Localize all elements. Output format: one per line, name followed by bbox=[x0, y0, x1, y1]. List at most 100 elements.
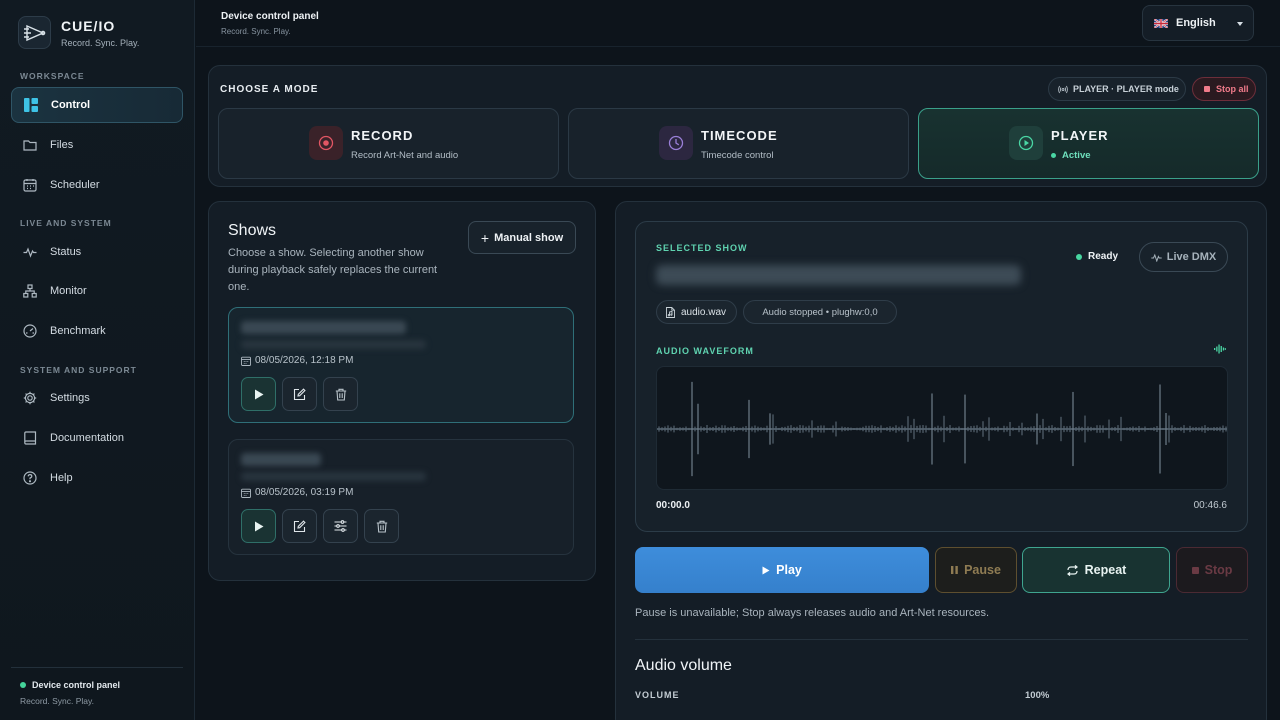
time-total: 00:46.6 bbox=[1193, 500, 1227, 511]
gear-icon bbox=[22, 390, 38, 406]
calendar-icon bbox=[241, 356, 251, 366]
sidebar: CUE/IO Record. Sync. Play. WORKSPACE Con… bbox=[0, 0, 195, 720]
play-icon bbox=[762, 566, 770, 574]
shows-title: Shows bbox=[228, 222, 277, 239]
trash-icon bbox=[335, 388, 346, 401]
show-date: 08/05/2026, 03:19 PM bbox=[241, 487, 353, 498]
manual-show-button[interactable]: + Manual show bbox=[468, 221, 576, 254]
mode-desc: Active bbox=[1051, 150, 1091, 161]
plus-icon: + bbox=[480, 229, 490, 246]
help-icon bbox=[22, 470, 38, 486]
pause-icon bbox=[951, 566, 958, 574]
divider bbox=[635, 639, 1248, 640]
language-select[interactable]: English bbox=[1142, 5, 1254, 41]
edit-show-button[interactable] bbox=[282, 509, 317, 543]
top-header: Device control panel Record. Sync. Play.… bbox=[196, 0, 1280, 47]
nav-section-workspace: WORKSPACE bbox=[20, 71, 85, 81]
calendar-icon bbox=[241, 488, 251, 498]
page-title: Device control panel bbox=[221, 11, 319, 22]
shows-panel: Shows Choose a show. Selecting another s… bbox=[208, 201, 596, 581]
network-icon bbox=[22, 283, 38, 299]
file-chip: audio.wav bbox=[656, 300, 737, 324]
brand-tagline: Record. Sync. Play. bbox=[61, 37, 140, 48]
mode-card-player[interactable]: PLAYER Active bbox=[918, 108, 1259, 179]
book-icon bbox=[22, 430, 38, 446]
broadcast-icon bbox=[1058, 85, 1068, 93]
selected-show-card: SELECTED SHOW Ready Live DMX audio.wav A… bbox=[635, 221, 1248, 532]
mode-heading: CHOOSE A MODE bbox=[220, 84, 319, 95]
selected-show-name-redacted bbox=[656, 265, 1021, 285]
audio-waveform[interactable] bbox=[656, 366, 1228, 490]
sidebar-item-status[interactable]: Status bbox=[11, 234, 183, 270]
language-label: English bbox=[1176, 17, 1216, 29]
pause-button[interactable]: Pause bbox=[935, 547, 1017, 593]
record-icon bbox=[309, 126, 343, 160]
footer-subtitle: Record. Sync. Play. bbox=[20, 696, 95, 706]
mode-desc: Timecode control bbox=[701, 150, 774, 161]
gauge-icon bbox=[22, 323, 38, 339]
delete-show-button[interactable] bbox=[323, 377, 358, 411]
brand-logo-icon bbox=[18, 16, 51, 49]
mode-name: TIMECODE bbox=[701, 128, 778, 143]
calendar-icon bbox=[22, 177, 38, 193]
edit-icon bbox=[293, 519, 306, 532]
sidebar-item-help[interactable]: Help bbox=[11, 460, 183, 496]
brand[interactable]: CUE/IO Record. Sync. Play. bbox=[18, 16, 139, 49]
delete-show-button[interactable] bbox=[364, 509, 399, 543]
mode-name: RECORD bbox=[351, 128, 414, 143]
mode-card-record[interactable]: RECORD Record Art-Net and audio bbox=[218, 108, 559, 179]
player-panel: SELECTED SHOW Ready Live DMX audio.wav A… bbox=[615, 201, 1267, 720]
playback-note: Pause is unavailable; Stop always releas… bbox=[635, 607, 990, 619]
show-subtitle-redacted bbox=[241, 340, 426, 349]
ready-status: Ready bbox=[1076, 251, 1118, 262]
nav-section-system-support: SYSTEM AND SUPPORT bbox=[20, 365, 137, 375]
show-card[interactable]: 08/05/2026, 03:19 PM bbox=[228, 439, 574, 555]
volume-label: VOLUME bbox=[635, 690, 680, 700]
page-subtitle: Record. Sync. Play. bbox=[221, 27, 291, 36]
sidebar-item-label: Status bbox=[50, 246, 82, 258]
sidebar-item-label: Scheduler bbox=[50, 179, 100, 191]
ready-dot-icon bbox=[1076, 253, 1082, 260]
audio-status-chip: Audio stopped • plughw:0,0 bbox=[743, 300, 897, 324]
show-card[interactable]: 08/05/2026, 12:18 PM bbox=[228, 307, 574, 423]
footer-title: Device control panel bbox=[32, 680, 121, 690]
volume-value: 100% bbox=[1025, 690, 1050, 701]
sidebar-item-control[interactable]: Control bbox=[11, 87, 183, 123]
show-date: 08/05/2026, 12:18 PM bbox=[241, 355, 353, 366]
stop-all-button[interactable]: Stop all bbox=[1192, 77, 1256, 101]
status-dot-icon bbox=[20, 682, 26, 688]
sidebar-item-settings[interactable]: Settings bbox=[11, 380, 183, 416]
adjust-show-button[interactable] bbox=[323, 509, 358, 543]
stop-icon bbox=[1204, 86, 1210, 92]
file-audio-icon bbox=[666, 306, 675, 318]
sidebar-item-label: Benchmark bbox=[50, 325, 106, 337]
shows-description: Choose a show. Selecting another show du… bbox=[228, 247, 438, 293]
sidebar-footer: Device control panel Record. Sync. Play. bbox=[11, 667, 183, 718]
time-current: 00:00.0 bbox=[656, 500, 690, 511]
sidebar-item-monitor[interactable]: Monitor bbox=[11, 273, 183, 309]
sidebar-item-benchmark[interactable]: Benchmark bbox=[11, 313, 183, 349]
show-subtitle-redacted bbox=[241, 472, 426, 481]
mode-name: PLAYER bbox=[1051, 128, 1109, 143]
repeat-button[interactable]: Repeat bbox=[1022, 547, 1170, 593]
play-show-button[interactable] bbox=[241, 377, 276, 411]
mode-desc: Record Art-Net and audio bbox=[351, 150, 459, 161]
edit-icon bbox=[293, 387, 306, 400]
sidebar-item-files[interactable]: Files bbox=[11, 127, 183, 163]
play-button[interactable]: Play bbox=[635, 547, 929, 593]
stop-icon bbox=[1191, 566, 1199, 574]
waveform-icon bbox=[1214, 344, 1226, 354]
mode-card-timecode[interactable]: TIMECODE Timecode control bbox=[568, 108, 909, 179]
brand-title: CUE/IO bbox=[61, 17, 116, 34]
stop-button[interactable]: Stop bbox=[1176, 547, 1248, 593]
sliders-icon bbox=[334, 520, 347, 532]
audio-volume-title: Audio volume bbox=[635, 657, 732, 674]
chevron-down-icon bbox=[1237, 22, 1243, 26]
play-show-button[interactable] bbox=[241, 509, 276, 543]
live-dmx-button[interactable]: Live DMX bbox=[1139, 242, 1228, 272]
sidebar-item-documentation[interactable]: Documentation bbox=[11, 420, 183, 456]
pulse-icon bbox=[1151, 253, 1162, 262]
sidebar-item-label: Settings bbox=[50, 392, 90, 404]
edit-show-button[interactable] bbox=[282, 377, 317, 411]
sidebar-item-scheduler[interactable]: Scheduler bbox=[11, 167, 183, 203]
